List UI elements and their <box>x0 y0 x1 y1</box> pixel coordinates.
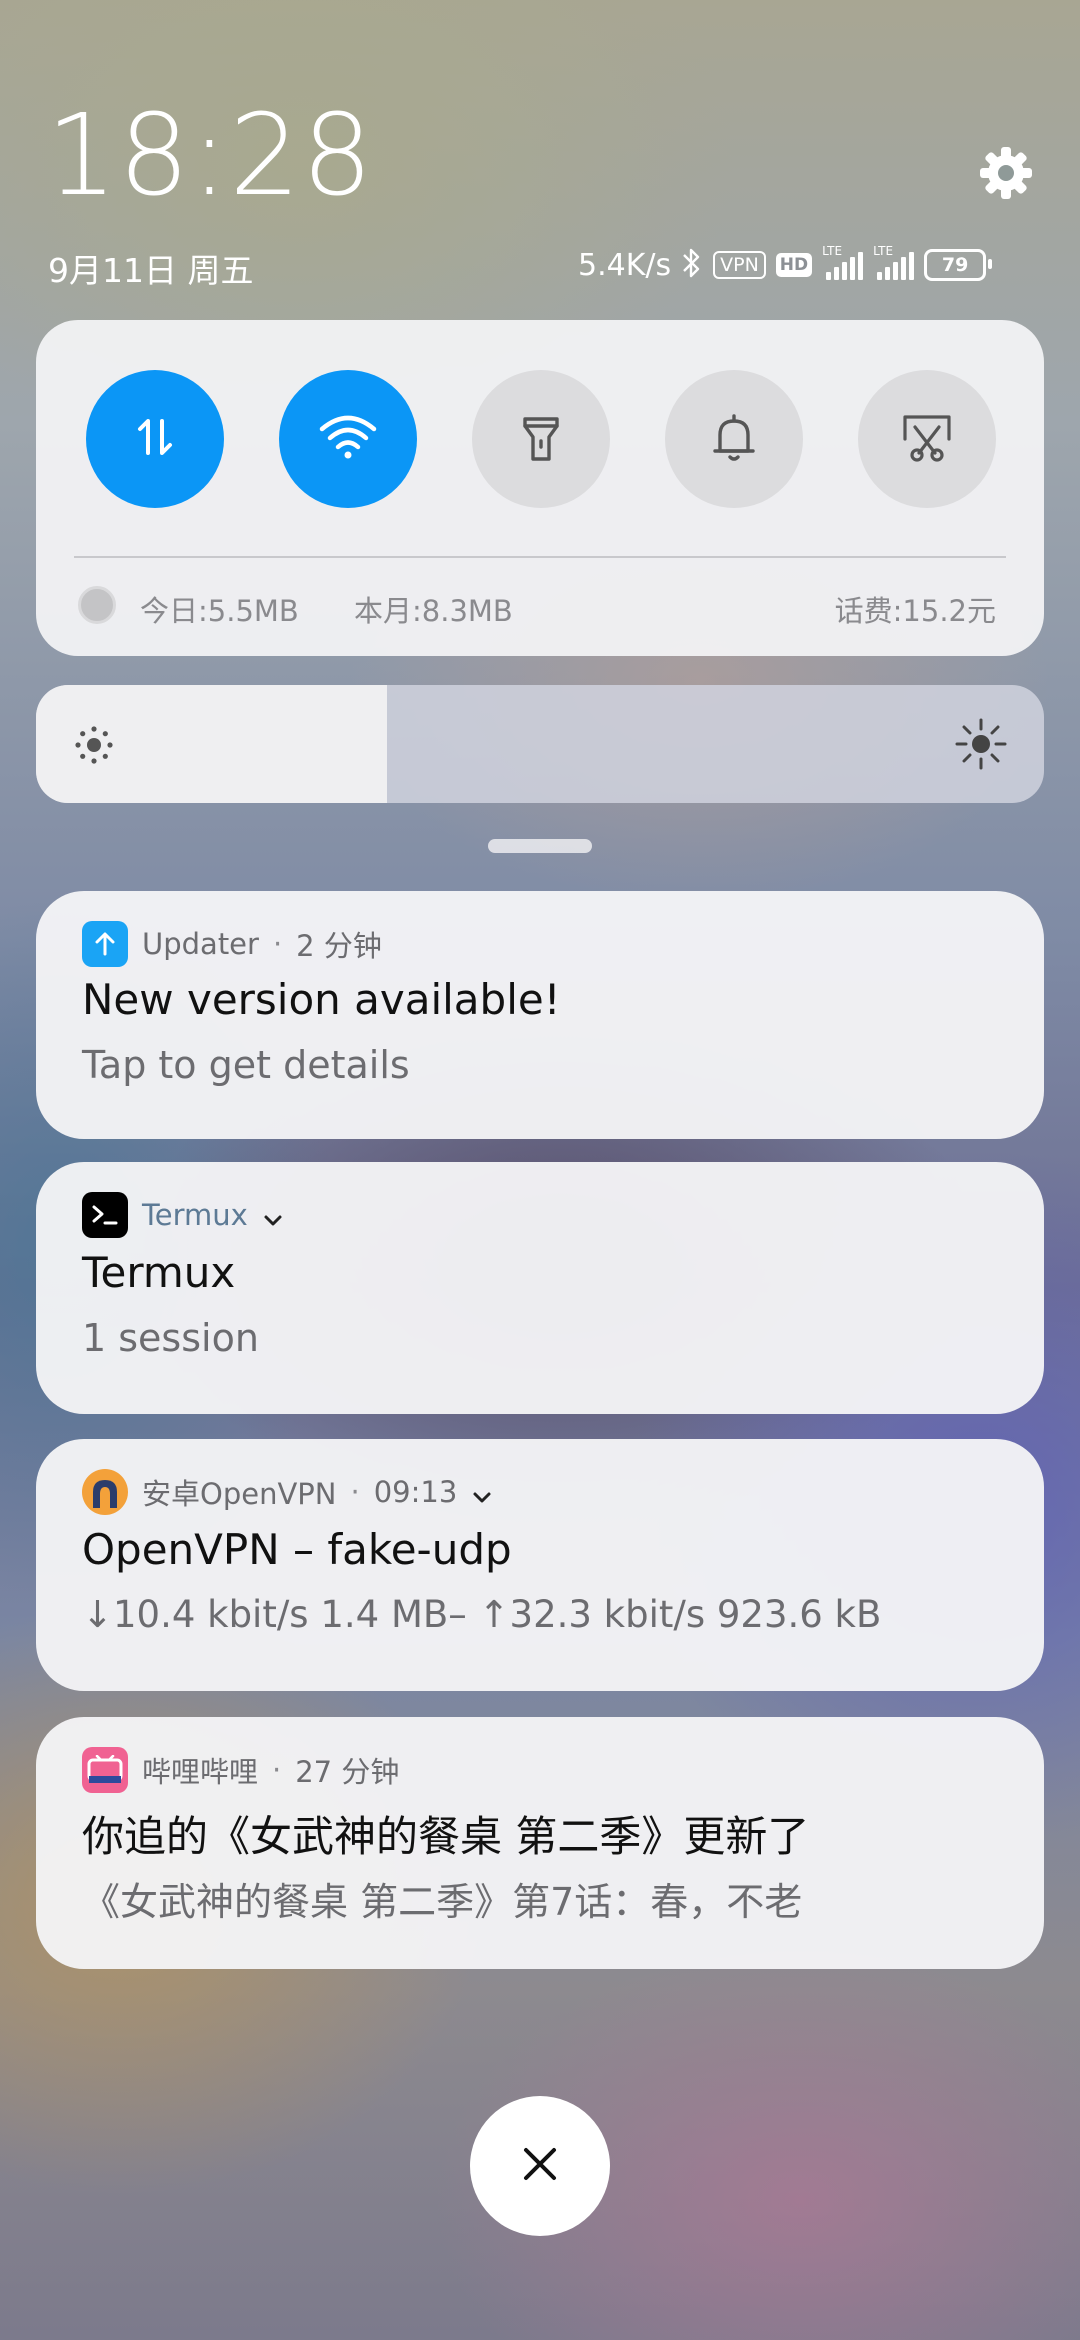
data-usage-icon[interactable] <box>78 586 116 624</box>
notification-body: 1 session <box>82 1316 259 1360</box>
status-bar-icons: 5.4K/s VPN HD LTE LTE 79 <box>578 244 993 286</box>
termux-app-icon <box>82 1192 128 1238</box>
app-name: 安卓OpenVPN <box>142 1477 337 1511</box>
mobile-data-toggle[interactable] <box>86 370 224 508</box>
notification-header: Termux <box>82 1192 284 1238</box>
expand-chevron-icon[interactable] <box>471 1481 493 1503</box>
notification-title: Termux <box>82 1248 236 1297</box>
wifi-icon <box>316 409 380 469</box>
notification-time: 09:13 <box>373 1475 458 1509</box>
phone-balance[interactable]: 话费:15.2元 <box>835 588 996 630</box>
notification-title: New version available! <box>82 975 561 1024</box>
brightness-high-icon <box>953 716 1009 776</box>
panel-drag-handle[interactable] <box>488 839 592 853</box>
date[interactable]: 9月11日 周五 <box>48 244 253 292</box>
hd-badge: HD <box>775 253 813 277</box>
notification-body: 《女武神的餐桌 第二季》第7话：春，不老 <box>82 1880 803 1924</box>
app-name: Updater <box>142 927 259 961</box>
notification-title: OpenVPN – fake-udp <box>82 1525 512 1574</box>
separator-dot: · <box>272 1753 282 1787</box>
signal-sim2-icon: LTE <box>873 244 915 280</box>
wifi-toggle[interactable] <box>279 370 417 508</box>
updater-app-icon <box>82 921 128 967</box>
brightness-slider[interactable] <box>36 685 1044 803</box>
notification-sound-toggle[interactable] <box>665 370 803 508</box>
expand-chevron-icon[interactable] <box>262 1204 284 1226</box>
flashlight-icon <box>515 409 567 469</box>
battery-level: 79 <box>941 254 969 276</box>
app-name: Termux <box>142 1198 248 1232</box>
close-icon <box>520 2144 560 2188</box>
notification-updater[interactable]: Updater · 2 分钟 New version available! Ta… <box>36 891 1044 1139</box>
separator-dot: · <box>272 927 283 961</box>
sim1-label: LTE <box>822 244 843 258</box>
separator-dot: · <box>350 1475 360 1509</box>
network-speed: 5.4K/s <box>578 247 672 283</box>
signal-sim1-icon: LTE <box>822 244 864 280</box>
notification-time: 2 分钟 <box>296 929 382 963</box>
quick-settings-divider <box>74 556 1006 558</box>
quick-settings-panel: 今日:5.5MB 本月:8.3MB 话费:15.2元 <box>36 320 1044 656</box>
notification-termux[interactable]: Termux Termux 1 session <box>36 1162 1044 1414</box>
clock[interactable]: 18:28 <box>46 100 374 212</box>
notification-bilibili[interactable]: 哔哩哔哩 · 27 分钟 你追的《女武神的餐桌 第二季》更新了 《女武神的餐桌 … <box>36 1717 1044 1969</box>
notification-body: ↓10.4 kbit/s 1.4 MB– ↑32.3 kbit/s 923.6 … <box>82 1593 882 1636</box>
openvpn-app-icon <box>82 1469 128 1515</box>
notification-header: 安卓OpenVPN · 09:13 <box>82 1469 493 1515</box>
notification-header: 哔哩哔哩 · 27 分钟 <box>82 1747 399 1793</box>
notification-openvpn[interactable]: 安卓OpenVPN · 09:13 OpenVPN – fake-udp ↓10… <box>36 1439 1044 1691</box>
battery-icon: 79 <box>924 249 993 281</box>
notification-time: 27 分钟 <box>295 1755 400 1789</box>
flashlight-toggle[interactable] <box>472 370 610 508</box>
data-arrows-icon <box>125 407 185 471</box>
bluetooth-icon <box>681 246 703 284</box>
usage-month[interactable]: 本月:8.3MB <box>354 588 513 630</box>
screenshot-toggle[interactable] <box>858 370 996 508</box>
bell-icon <box>708 409 760 469</box>
notification-body: Tap to get details <box>82 1043 410 1087</box>
app-name: 哔哩哔哩 <box>142 1755 259 1789</box>
brightness-low-icon <box>72 723 116 771</box>
notification-title: 你追的《女武神的餐桌 第二季》更新了 <box>82 1812 810 1861</box>
screenshot-scissors-icon <box>899 409 955 469</box>
bilibili-app-icon <box>82 1747 128 1793</box>
vpn-badge: VPN <box>713 251 766 279</box>
usage-today[interactable]: 今日:5.5MB <box>140 588 299 630</box>
clear-notifications-button[interactable] <box>470 2096 610 2236</box>
notification-header: Updater · 2 分钟 <box>82 921 382 967</box>
settings-gear-icon[interactable] <box>978 145 1034 201</box>
sim2-label: LTE <box>873 244 894 258</box>
